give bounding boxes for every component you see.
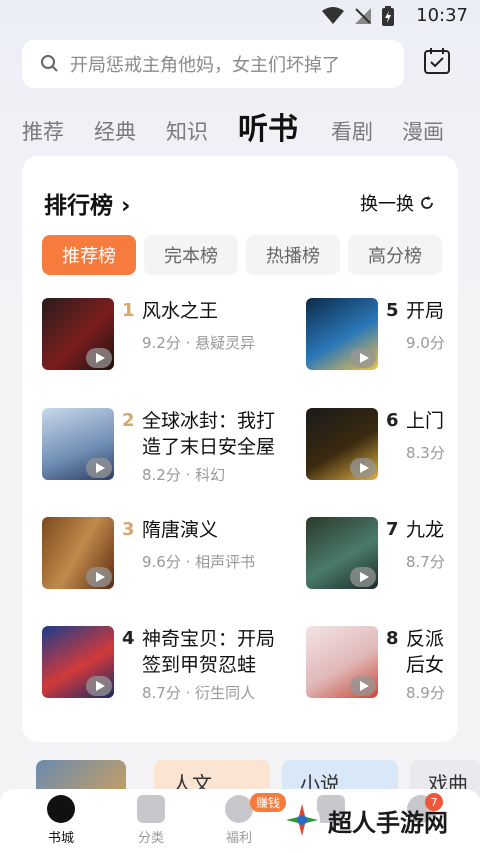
nav-label: 分类 (137, 831, 164, 846)
tab-comics[interactable]: 漫画 (402, 116, 444, 146)
play-icon (86, 567, 112, 587)
list-item[interactable]: 1 风水之王 9.2分 · 悬疑灵异 (42, 298, 342, 378)
play-icon (350, 458, 376, 478)
rank-number: 3 (122, 519, 135, 540)
book-meta: 8.9分 (406, 684, 445, 702)
play-icon (350, 348, 376, 368)
book-cover (306, 408, 378, 480)
book-title: 九龙 (406, 519, 445, 541)
refresh-label: 换一换 (360, 194, 414, 215)
earn-badge: 赚钱 (250, 793, 287, 812)
tab-classic[interactable]: 经典 (94, 116, 136, 146)
list-item[interactable]: 7 九龙 8.7分 (306, 517, 458, 597)
play-icon (350, 567, 376, 587)
nav-category[interactable]: 分类 (116, 795, 186, 846)
book-cover (42, 298, 114, 370)
book-cover (306, 298, 378, 370)
pill-high-score[interactable]: 高分榜 (348, 235, 442, 275)
ranking-title: 排行榜 (44, 193, 113, 219)
book-cover (306, 626, 378, 698)
list-item[interactable]: 8 反派后女 8.9分 (306, 626, 458, 706)
nav-label: 福利 (225, 831, 252, 846)
book-meta: 9.2分 · 悬疑灵异 (142, 334, 256, 352)
calendar-checkin-icon[interactable] (422, 46, 452, 76)
pill-recommend[interactable]: 推荐榜 (42, 235, 136, 275)
book-meta: 9.6分 · 相声评书 (142, 553, 256, 571)
list-item[interactable]: 5 开局 9.0分 (306, 298, 458, 378)
chevron-right-icon: › (121, 193, 131, 219)
book-meta: 8.3分 (406, 444, 445, 462)
book-cover (306, 517, 378, 589)
rank-number: 2 (122, 410, 135, 431)
rank-number: 8 (386, 628, 399, 649)
grid-icon (137, 795, 165, 823)
tab-recommend[interactable]: 推荐 (22, 116, 64, 146)
book-meta: 9.0分 (406, 334, 445, 352)
book-cover (42, 408, 114, 480)
wifi-icon (322, 7, 344, 24)
nav-bookstore[interactable]: 书城 (26, 795, 96, 846)
no-signal-icon (355, 8, 371, 24)
search-placeholder: 开局惩戒主角他妈，女主们坏掉了 (70, 55, 340, 76)
watermark-text: 超人手游网 (328, 808, 448, 837)
status-bar: 10:37 (0, 0, 480, 34)
book-title: 上门 (406, 410, 445, 432)
play-icon (86, 348, 112, 368)
book-title: 风水之王 (142, 300, 219, 322)
book-title: 隋唐演义 (142, 519, 219, 541)
book-meta: 8.7分 · 衍生同人 (142, 684, 256, 702)
book-title: 神奇宝贝：开局签到甲贺忍蛙 (142, 628, 276, 676)
category-tabs: 推荐 经典 知识 听书 看剧 漫画 (0, 102, 480, 152)
gift-icon (225, 795, 253, 823)
pill-hot[interactable]: 热播榜 (246, 235, 340, 275)
rank-number: 5 (386, 300, 399, 321)
rank-number: 6 (386, 410, 399, 431)
refresh-button[interactable]: 换一换 (360, 190, 434, 216)
rank-number: 1 (122, 300, 135, 321)
ranking-card: 排行榜 › 换一换 推荐榜 完本榜 热播榜 高分榜 1 风水之王 9.2分 · 悬… (22, 156, 458, 742)
tab-drama[interactable]: 看剧 (331, 116, 373, 146)
watermark-logo-icon (284, 802, 320, 838)
pill-completed[interactable]: 完本榜 (144, 235, 238, 275)
battery-icon (382, 6, 394, 26)
book-cover (42, 517, 114, 589)
play-icon (86, 458, 112, 478)
watermark: 超人手游网 (282, 800, 448, 840)
nav-label: 书城 (47, 831, 74, 846)
rank-number: 7 (386, 519, 399, 540)
book-title: 反派后女 (406, 628, 445, 676)
status-icons (322, 6, 394, 26)
tab-knowledge[interactable]: 知识 (166, 116, 208, 146)
compass-icon (47, 795, 75, 823)
book-title: 开局 (406, 300, 445, 322)
ranking-filter-pills: 推荐榜 完本榜 热播榜 高分榜 (42, 235, 442, 275)
list-item[interactable]: 3 隋唐演义 9.6分 · 相声评书 (42, 517, 342, 597)
play-icon (86, 676, 112, 696)
list-item[interactable]: 6 上门 8.3分 (306, 408, 458, 488)
tab-audiobook[interactable]: 听书 (238, 104, 298, 148)
book-cover (42, 626, 114, 698)
search-bar[interactable]: 开局惩戒主角他妈，女主们坏掉了 (22, 40, 404, 88)
ranking-title-link[interactable]: 排行榜 › (44, 186, 130, 220)
refresh-icon (421, 196, 433, 209)
book-title: 全球冰封：我打造了末日安全屋 (142, 410, 276, 458)
play-icon (350, 676, 376, 696)
book-meta: 8.2分 · 科幻 (142, 466, 226, 484)
rank-number: 4 (122, 628, 135, 649)
list-item[interactable]: 2 全球冰封：我打造了末日安全屋 8.2分 · 科幻 (42, 408, 342, 488)
search-icon (41, 55, 58, 72)
list-item[interactable]: 4 神奇宝贝：开局签到甲贺忍蛙 8.7分 · 衍生同人 (42, 626, 342, 706)
book-meta: 8.7分 (406, 553, 445, 571)
status-time: 10:37 (416, 5, 468, 26)
